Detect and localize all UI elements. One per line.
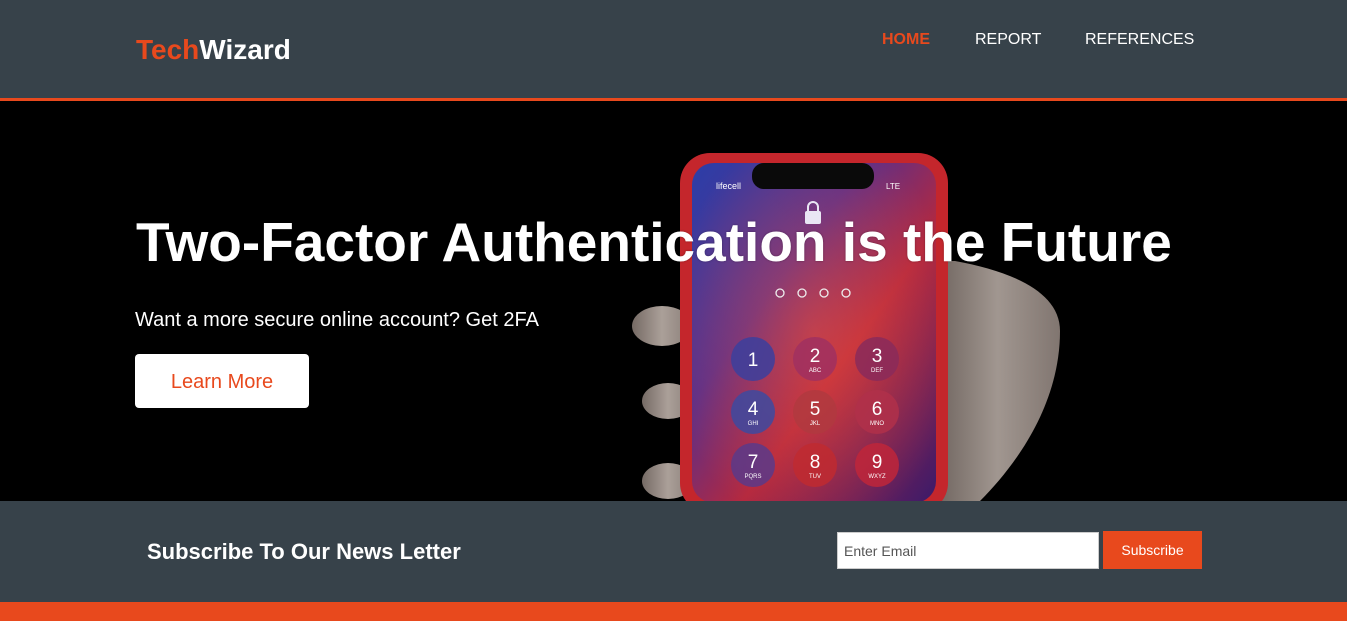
keypad-digit: 3 [872, 346, 883, 367]
nav-link-home[interactable]: HOME [882, 30, 930, 50]
keypad-letters: ABC [809, 368, 822, 374]
subscribe-button[interactable]: Subscribe [1103, 531, 1202, 569]
email-field[interactable] [837, 532, 1099, 569]
keypad-key-6: 6MNO [855, 390, 899, 434]
brand-logo-highlight: Tech [136, 34, 200, 65]
keypad-digit: 7 [748, 452, 759, 473]
keypad-key-2: 2ABC [793, 337, 837, 381]
keypad-digit: 9 [872, 452, 883, 473]
keypad-key-4: 4GHI [731, 390, 775, 434]
keypad-key-8: 8TUV [793, 443, 837, 487]
keypad-digit: 5 [810, 399, 821, 420]
hero-image-phone-keypad: lifecell LTE 1 2ABC 3DEF 4GHI 5JKL 6MNO 7PQRS 8… [0, 101, 1347, 501]
keypad-key-7: 7PQRS [731, 443, 775, 487]
hero-signal-text: LTE [886, 182, 900, 191]
keypad-digit: 1 [748, 350, 759, 371]
brand-logo-text: Wizard [199, 34, 291, 65]
keypad-key-5: 5JKL [793, 390, 837, 434]
keypad-digit: 4 [748, 399, 759, 420]
keypad-letters: DEF [871, 368, 883, 374]
keypad-digit: 2 [810, 346, 821, 367]
footer-accent-bar [0, 602, 1347, 621]
keypad-digit: 6 [872, 399, 883, 420]
nav-link-references[interactable]: REFERENCES [1085, 30, 1194, 50]
hero-carrier-text: lifecell [716, 181, 741, 191]
keypad-letters: MNO [870, 421, 884, 427]
showcase-subline: Want a more secure online account? Get 2… [135, 309, 539, 331]
showcase-headline: Two-Factor Authentication is the Future [136, 211, 1172, 273]
newsletter-title: Subscribe To Our News Letter [147, 539, 461, 564]
hero-keypad: 1 2ABC 3DEF 4GHI 5JKL 6MNO 7PQRS 8TUV 9WXYZ [731, 337, 899, 487]
learn-more-button[interactable]: Learn More [135, 354, 309, 408]
brand-logo[interactable]: TechWizard [136, 33, 291, 67]
keypad-letters: WXYZ [868, 474, 886, 480]
keypad-letters: JKL [810, 421, 821, 427]
showcase-banner: lifecell LTE 1 2 ABC 3 DEF 4 GHI 5 JKL 6 MNO 7 PQRS 8… [0, 101, 1347, 501]
keypad-letters: PQRS [744, 474, 761, 480]
keypad-key-9: 9WXYZ [855, 443, 899, 487]
newsletter-section: Subscribe To Our News Letter Subscribe [0, 501, 1347, 602]
keypad-letters: TUV [809, 474, 821, 480]
keypad-key-3: 3DEF [855, 337, 899, 381]
keypad-digit: 8 [810, 452, 821, 473]
nav-link-report[interactable]: REPORT [975, 30, 1041, 50]
site-header: TechWizard HOME REPORT REFERENCES [0, 0, 1347, 98]
keypad-key-1: 1 [731, 337, 775, 381]
keypad-letters: GHI [748, 421, 759, 427]
